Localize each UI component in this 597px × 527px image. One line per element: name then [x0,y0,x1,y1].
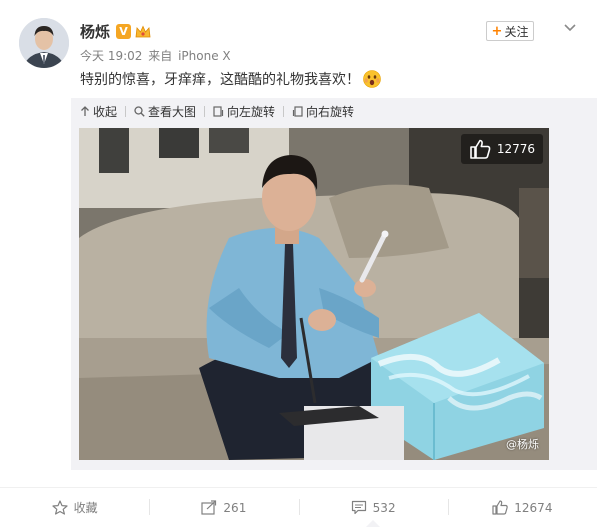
toolbar-divider [125,105,127,117]
post-photo[interactable]: 12776 @杨烁 [79,128,549,460]
avatar[interactable] [19,18,69,68]
media-toolbar: 收起 查看大图 向左旋转 向右旋转 [71,98,597,124]
rotate-left-label: 向左旋转 [227,104,276,119]
repost-icon [201,500,217,515]
favorite-label: 收藏 [73,501,98,515]
follow-label: 关注 [504,24,529,39]
post-text: 特别的惊喜，牙痒痒，这酷酷的礼物我喜欢！ [80,69,381,89]
rotate-right-button[interactable]: 向右旋转 [292,103,354,120]
author-name[interactable]: 杨烁 [80,21,110,42]
collapse-label: 收起 [93,104,118,119]
rotate-right-icon [292,105,303,117]
like-count: 12674 [514,500,553,515]
post-source: iPhone X [178,49,231,63]
comment-count: 532 [372,500,396,515]
plus-icon: + [491,23,503,39]
surprised-face-icon [363,70,381,88]
toolbar-divider [204,105,206,117]
photo-image [79,128,549,460]
author-row: 杨烁 V [80,21,151,41]
arrow-up-icon [81,105,89,116]
follow-button[interactable]: + 关注 [486,21,534,41]
post-body: 特别的惊喜，牙痒痒，这酷酷的礼物我喜欢！ [80,72,360,88]
post-time[interactable]: 今天 19:02 [80,49,142,63]
comment-icon [351,500,366,515]
rotate-left-icon [213,105,224,117]
rotate-left-button[interactable]: 向左旋转 [213,103,275,120]
favorite-button[interactable]: 收藏 [0,488,149,527]
chevron-down-icon[interactable] [563,19,577,32]
weibo-post-card: 杨烁 V 今天 19:02 来自 iPhone X + 关注 特别的惊喜，牙痒痒… [0,0,597,527]
source-prefix: 来自 [148,49,173,63]
photo-watermark: @杨烁 [506,438,539,451]
verified-badge-icon: V [116,23,132,39]
thumbs-up-icon [470,139,491,159]
collapse-button[interactable]: 收起 [80,103,117,120]
star-icon [52,500,68,515]
media-panel: 收起 查看大图 向左旋转 向右旋转 12776 @杨烁 [71,98,597,470]
comment-button[interactable]: 532 [298,488,448,527]
vip-crown-icon [135,24,151,38]
view-large-label: 查看大图 [148,104,197,119]
photo-like-badge[interactable]: 12776 [460,134,543,164]
action-bar: 收藏 261 532 12674 [0,487,597,527]
view-large-button[interactable]: 查看大图 [134,103,196,120]
post-meta: 今天 19:02 来自 iPhone X [80,47,231,64]
thumbs-up-icon [492,500,509,515]
repost-count: 261 [223,500,247,515]
rotate-right-label: 向右旋转 [306,104,355,119]
magnifier-icon [134,105,145,117]
repost-button[interactable]: 261 [149,488,298,527]
toolbar-divider [283,105,285,117]
photo-like-count: 12776 [496,142,535,156]
like-button[interactable]: 12674 [447,488,597,527]
